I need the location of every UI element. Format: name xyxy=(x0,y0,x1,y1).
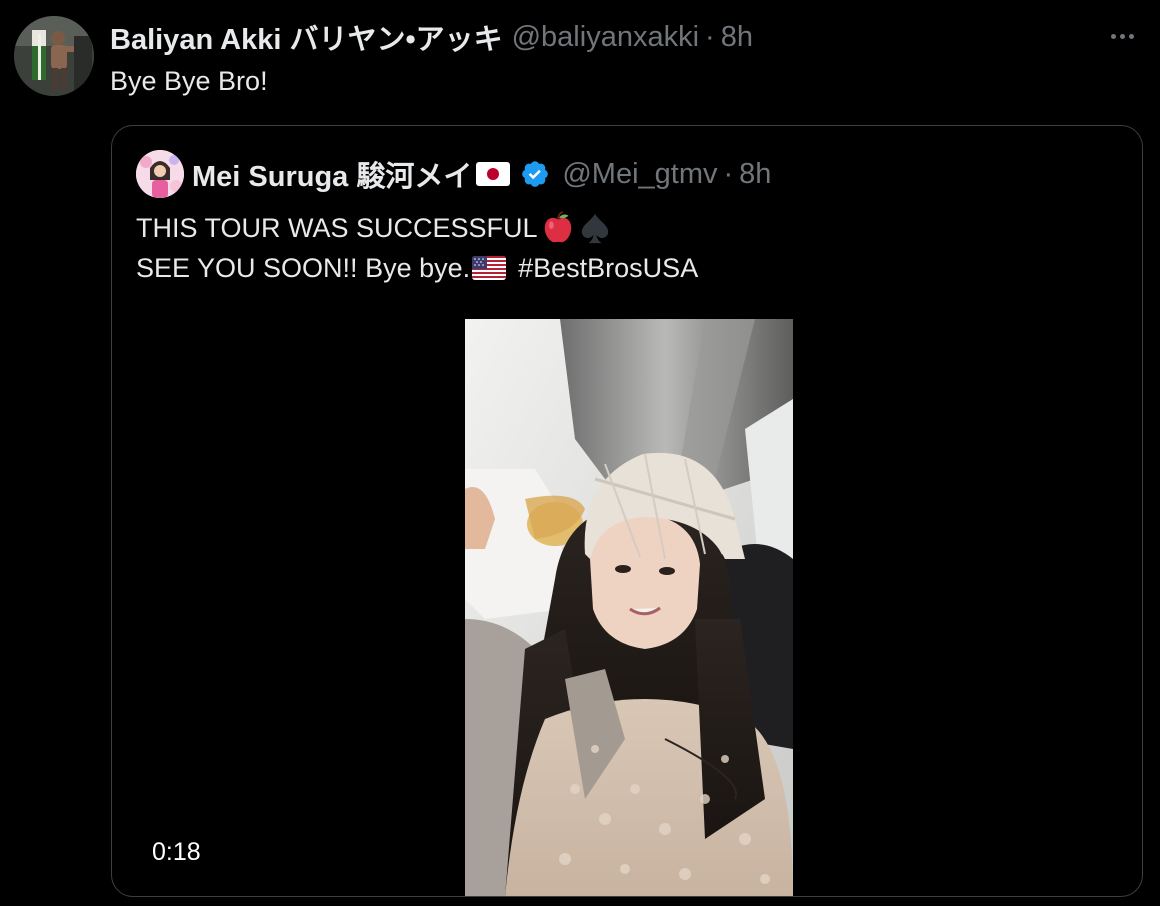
quoted-text-line-1: THIS TOUR WAS SUCCESSFUL xyxy=(136,208,698,248)
tweet-timestamp[interactable]: 8h xyxy=(721,21,753,54)
quoted-tweet-text: THIS TOUR WAS SUCCESSFUL SEE YOU SOON!! … xyxy=(136,208,698,288)
video-player[interactable] xyxy=(465,319,793,896)
avatar-image xyxy=(136,150,184,198)
japan-flag-icon xyxy=(476,162,511,186)
spade-suit-icon xyxy=(581,213,608,244)
us-flag-icon xyxy=(472,256,507,280)
quoted-text-line-1-text: THIS TOUR WAS SUCCESSFUL xyxy=(136,213,538,243)
author-avatar[interactable] xyxy=(14,16,94,96)
separator-dot: · xyxy=(723,157,734,190)
more-horizontal-icon xyxy=(1110,33,1116,39)
video-thumbnail xyxy=(465,319,793,896)
separator-dot: · xyxy=(705,20,715,53)
quoted-author-handle[interactable]: @Mei_gtmv xyxy=(562,158,717,191)
verified-badge-icon[interactable] xyxy=(520,159,550,189)
tweet-header: Baliyan Akki バリヤン•アッキ @baliyanxakki · 8h xyxy=(110,16,753,58)
tweet[interactable]: Baliyan Akki バリヤン•アッキ @baliyanxakki · 8h… xyxy=(0,0,1160,906)
author-handle[interactable]: @baliyanxakki xyxy=(512,21,699,54)
tweet-text: Bye Bye Bro! xyxy=(110,66,268,96)
author-display-name[interactable]: Baliyan Akki バリヤン•アッキ xyxy=(110,16,503,58)
quoted-text-line-2: SEE YOU SOON!! Bye bye. #BestBrosUSA xyxy=(136,248,698,288)
avatar-image xyxy=(14,16,94,96)
more-options-button[interactable] xyxy=(1102,22,1142,50)
quoted-text-line-2-text: SEE YOU SOON!! Bye bye. xyxy=(136,253,471,283)
hashtag-link[interactable]: #BestBrosUSA xyxy=(518,248,698,288)
quoted-tweet-timestamp[interactable]: 8h xyxy=(739,158,771,191)
quoted-author-display-name[interactable]: Mei Suruga 駿河メイ xyxy=(192,153,472,195)
quoted-author-avatar[interactable] xyxy=(136,150,184,198)
red-apple-icon xyxy=(544,211,571,243)
video-duration-label: 0:18 xyxy=(152,838,201,866)
quoted-tweet-card[interactable]: Mei Suruga 駿河メイ @Mei_gtmv · 8h THIS TOUR… xyxy=(111,125,1143,897)
quoted-tweet-header: Mei Suruga 駿河メイ @Mei_gtmv · 8h xyxy=(192,154,771,194)
